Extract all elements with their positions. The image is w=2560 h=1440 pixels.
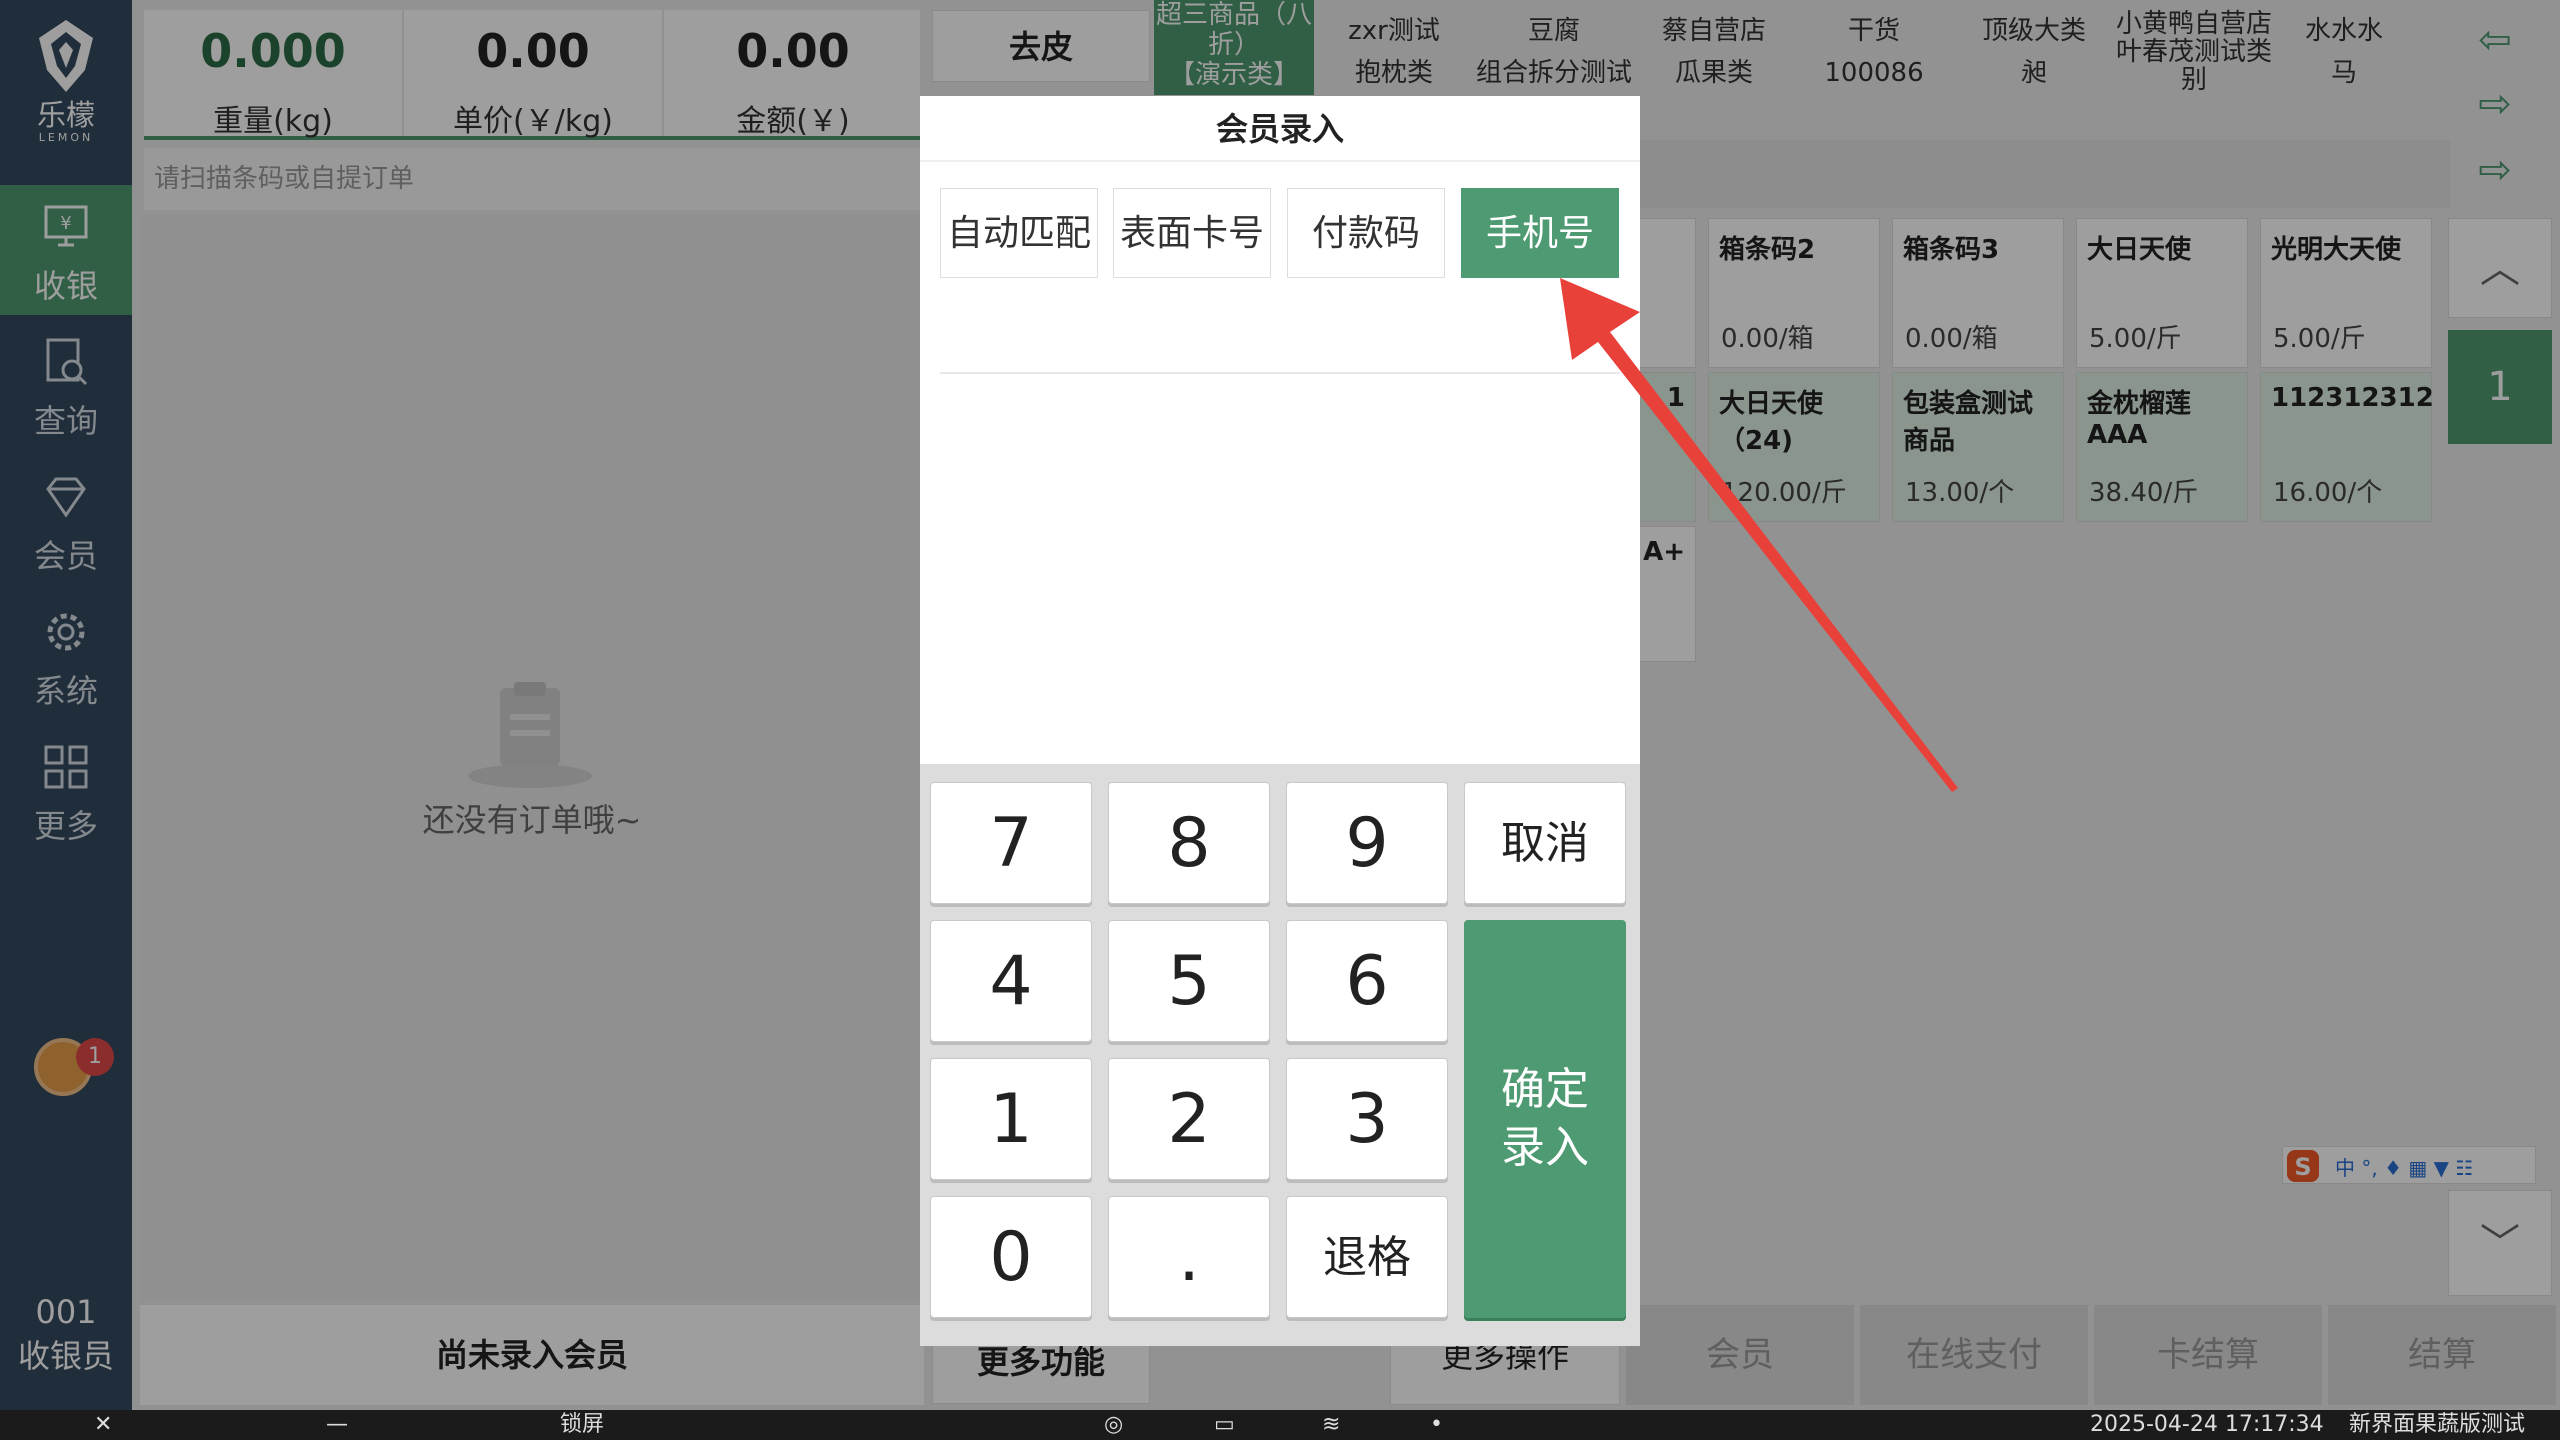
confirm-label: 确定录入 (1501, 1064, 1589, 1173)
numeric-keypad: 7 8 9 取消 4 5 6 1 2 3 0 . 退格 确定录入 (920, 764, 1640, 1346)
annotation-arrow-icon (1560, 278, 1958, 792)
dot-icon: • (1430, 1412, 1443, 1437)
key-0[interactable]: 0 (930, 1196, 1092, 1318)
key-7[interactable]: 7 (930, 782, 1092, 904)
globe-icon: ◎ (1104, 1412, 1124, 1437)
key-9[interactable]: 9 (1286, 782, 1448, 904)
key-8[interactable]: 8 (1108, 782, 1270, 904)
key-dot[interactable]: . (1108, 1196, 1270, 1318)
member-entry-dialog: 会员录入 自动匹配 表面卡号 付款码 手机号 7 8 9 取消 4 5 6 1 … (920, 96, 1640, 1346)
key-1[interactable]: 1 (930, 1058, 1092, 1180)
key-6[interactable]: 6 (1286, 920, 1448, 1042)
store-name: 新界面果蔬版测试 (2349, 1412, 2526, 1437)
tab-payment-code[interactable]: 付款码 (1287, 188, 1445, 278)
dialog-title: 会员录入 (920, 96, 1640, 162)
member-input[interactable] (940, 292, 1620, 372)
key-5[interactable]: 5 (1108, 920, 1270, 1042)
close-icon[interactable]: ✕ (94, 1410, 112, 1440)
tab-card-number[interactable]: 表面卡号 (1113, 188, 1271, 278)
input-underline (940, 372, 1620, 374)
status-bar: ✕ — 锁屏 ◎ ▭ ≋ • 2025-04-24 17:17:34 新界面果蔬… (0, 1410, 2560, 1440)
key-4[interactable]: 4 (930, 920, 1092, 1042)
key-3[interactable]: 3 (1286, 1058, 1448, 1180)
minimize-icon[interactable]: — (326, 1410, 348, 1440)
confirm-entry-button[interactable]: 确定录入 (1464, 920, 1626, 1318)
wifi-icon: ≋ (1322, 1412, 1341, 1437)
cancel-button[interactable]: 取消 (1464, 782, 1626, 904)
backspace-button[interactable]: 退格 (1286, 1196, 1448, 1318)
tab-auto-match[interactable]: 自动匹配 (940, 188, 1098, 278)
key-2[interactable]: 2 (1108, 1058, 1270, 1180)
lock-screen-label[interactable]: 锁屏 (560, 1410, 604, 1440)
datetime: 2025-04-24 17:17:34 (2090, 1412, 2324, 1437)
monitor-icon: ▭ (1214, 1412, 1235, 1437)
